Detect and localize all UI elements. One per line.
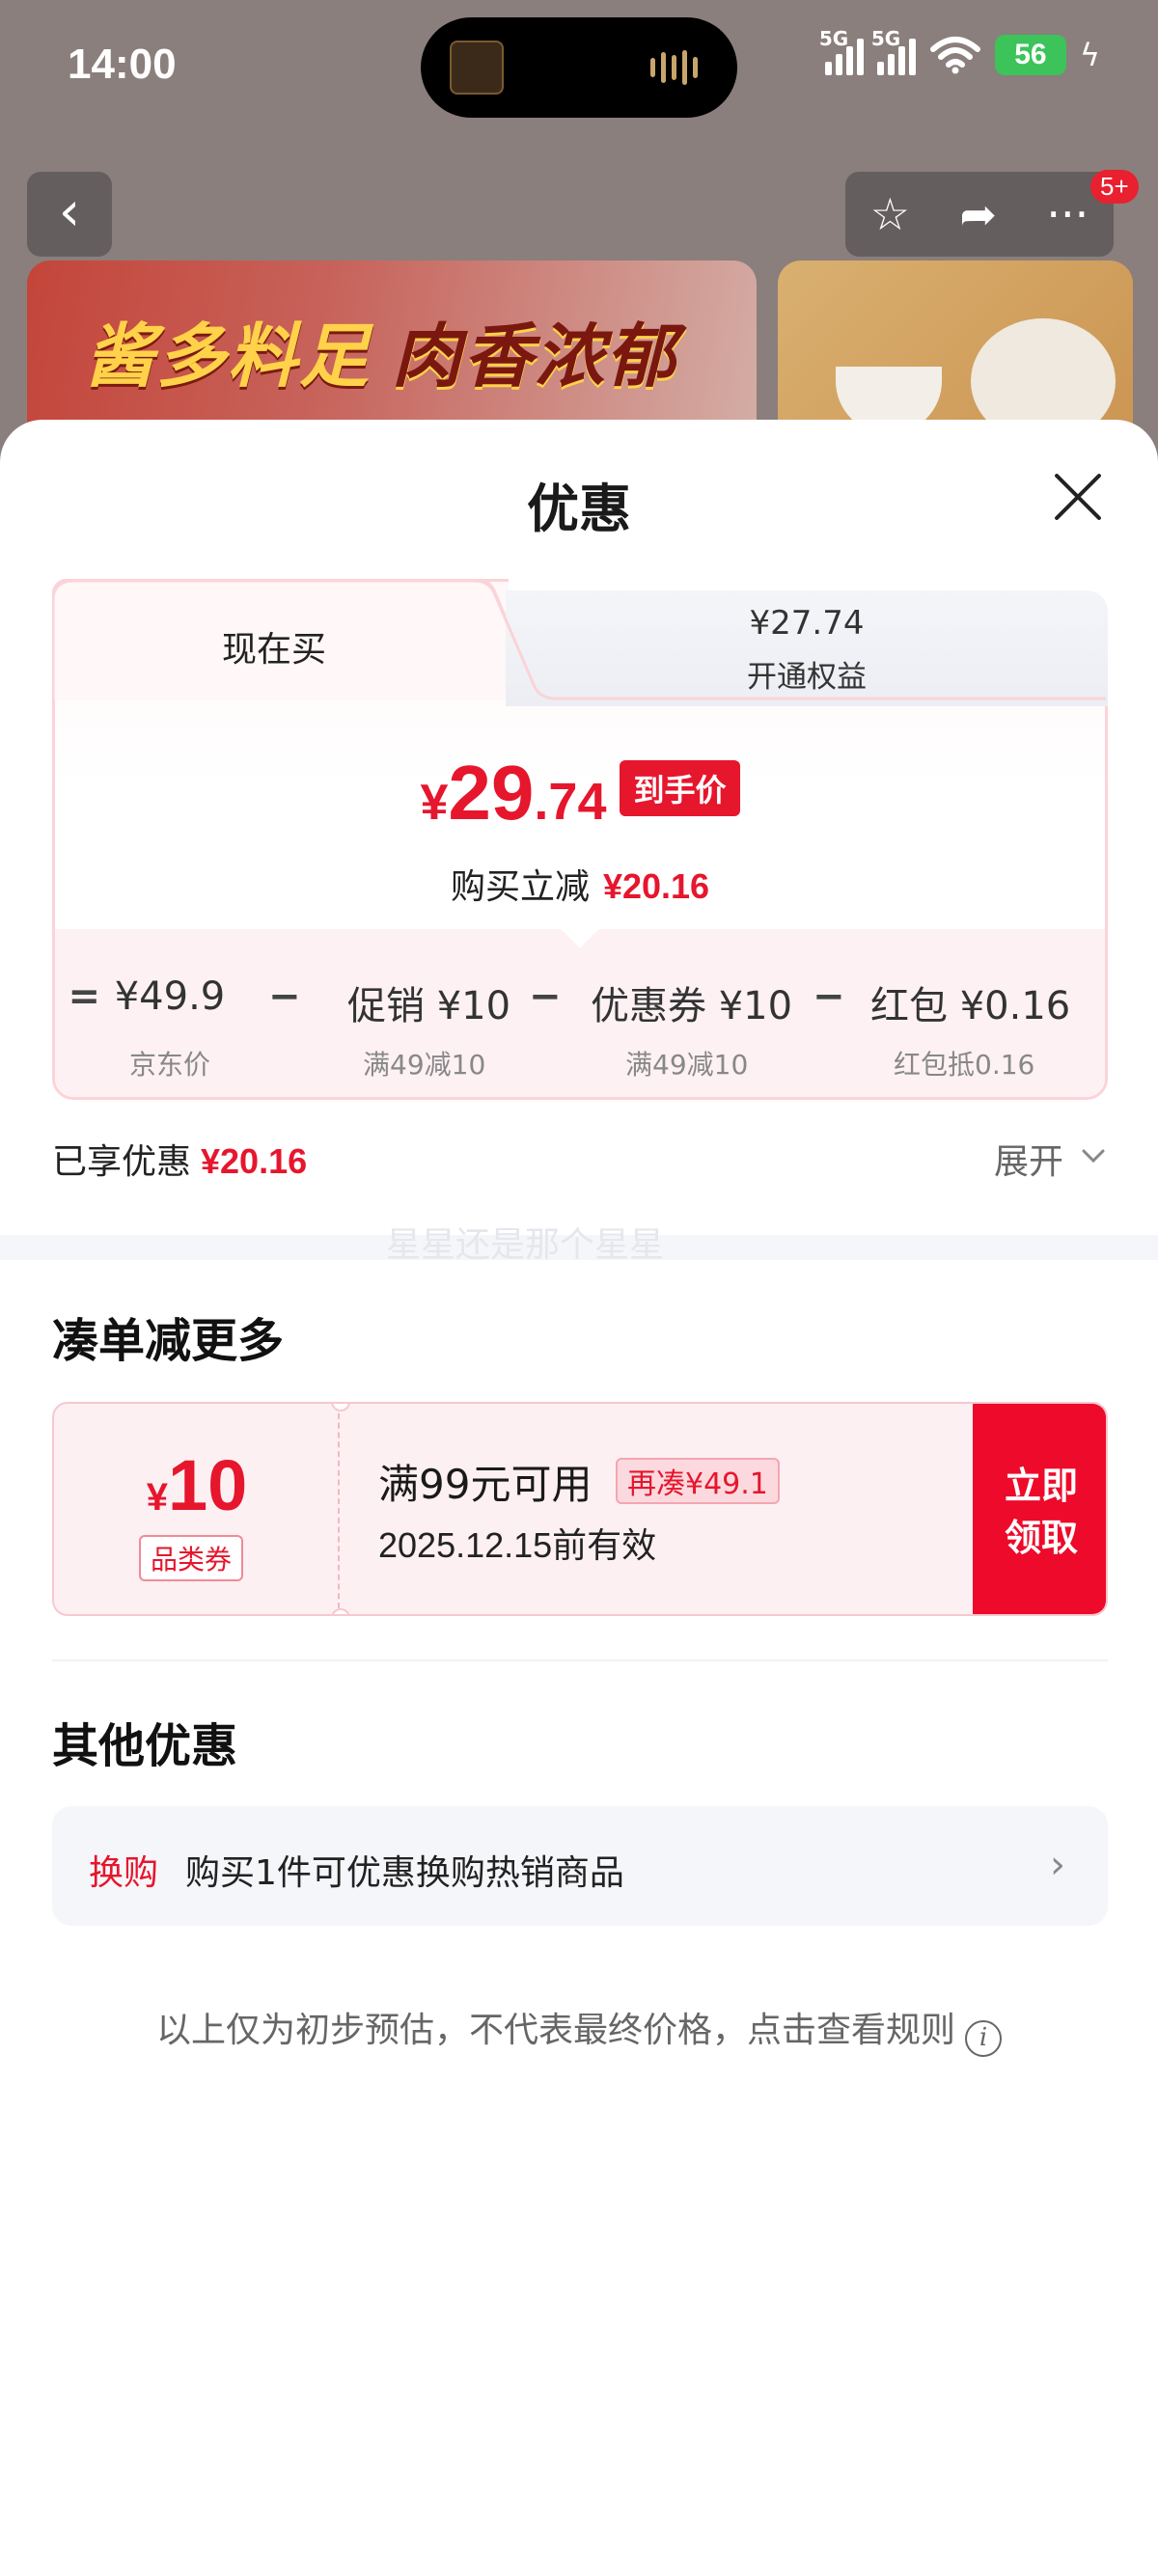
chevron-right-icon: › [1050,1843,1065,1887]
charging-icon: ϟ [1079,37,1100,73]
info-icon[interactable]: i [965,2020,1002,2057]
back-button[interactable]: ‹ [27,172,112,257]
tab-buy-now[interactable]: 现在买 [52,579,525,700]
final-price-row: ¥29.74 到手价 [52,749,1108,837]
exchange-offer-row[interactable]: 换购 购买1件可优惠换购热销商品 › [52,1806,1108,1926]
price-disclaimer[interactable]: 以上仅为初步预估，不代表最终价格，点击查看规则 i [0,2002,1158,2057]
coupon-discount: 优惠券 ¥10 [591,984,793,1028]
signal-icon-2: 5G [871,27,916,75]
coupon-card: ¥10 品类券 满99元可用 再凑¥49.1 2025.12.15前有效 立即 … [52,1402,1108,1616]
other-discount-title: 其他优惠 [52,1719,238,1773]
more-discount-title: 凑单减更多 [52,1314,285,1368]
equals-sign: = [68,974,100,1019]
promo-label: 满49减10 [363,1049,486,1081]
sheet-title: 优惠 [527,479,631,539]
banner-text-2: 肉香浓郁 [392,315,678,397]
jd-price: ¥49.9 [114,974,226,1019]
chevron-down-icon[interactable] [1079,1141,1108,1170]
coupon-gap-badge: 再凑¥49.1 [616,1458,780,1504]
more-icon[interactable]: ··· [1046,188,1089,240]
claim-coupon-button[interactable]: 立即 领取 [973,1404,1106,1614]
price-card: ¥27.74 开通权益 现在买 ¥29.74 到手价 购买立减 ¥20.16 = … [52,579,1114,1100]
status-time: 14:00 [68,41,177,88]
star-icon[interactable]: ☆ [870,188,910,240]
redpack-label: 红包抵0.16 [894,1049,1035,1081]
status-bar: 14:00 5G 5G 56 ϟ [0,0,1158,135]
audio-wave-icon [650,50,708,85]
coupon-type-badge: 品类券 [139,1535,244,1581]
exchange-tag: 换购 [89,1853,159,1893]
wifi-icon [929,37,980,74]
notification-badge: 5+ [1090,170,1139,204]
price-formula: = ¥49.9 − 促销 ¥10 − 优惠券 ¥10 − 红包 ¥0.16 [52,974,1108,1032]
share-icon[interactable]: ➦ [959,188,997,240]
promo-discount: 促销 ¥10 [347,984,511,1028]
purchase-reduction: 购买立减 ¥20.16 [450,866,710,907]
jd-price-label: 京东价 [128,1049,210,1081]
coupon-validity: 2025.12.15前有效 [378,1525,657,1565]
coupon-amount: ¥10 [146,1445,248,1525]
music-album-icon [450,41,504,95]
watermark-text: 星星还是那个星星 [386,1225,665,1265]
final-price-tag: 到手价 [620,760,740,816]
discount-bottom-sheet: 优惠 ¥27.74 开通权益 现在买 ¥29.74 到手价 购买立减 ¥20.16 [0,420,1158,2576]
divider [52,1659,1108,1661]
signal-icon: 5G [819,27,864,75]
banner-text-1: 酱多料足 [85,315,372,397]
expand-button[interactable]: 展开 [994,1134,1063,1184]
tab-buy-now-label: 现在买 [221,630,326,670]
dynamic-island [421,17,737,118]
top-actions-bar: ☆ ➦ ··· [845,172,1114,257]
coupon-condition: 满99元可用 [378,1461,593,1508]
coupon-label: 满49减10 [625,1049,749,1081]
redpack-discount: 红包 ¥0.16 [870,984,1071,1028]
exchange-text: 购买1件可优惠换购热销商品 [185,1853,624,1893]
minus-sign: − [813,974,845,1019]
chevron-left-icon: ‹ [58,180,81,243]
minus-sign: − [529,974,562,1019]
battery-icon: 56 [994,35,1066,75]
final-price: ¥29.74 [420,750,607,836]
close-icon[interactable] [1050,470,1104,524]
enjoyed-discount: 已享优惠 ¥20.16 [52,1141,308,1182]
minus-sign: − [268,974,301,1019]
